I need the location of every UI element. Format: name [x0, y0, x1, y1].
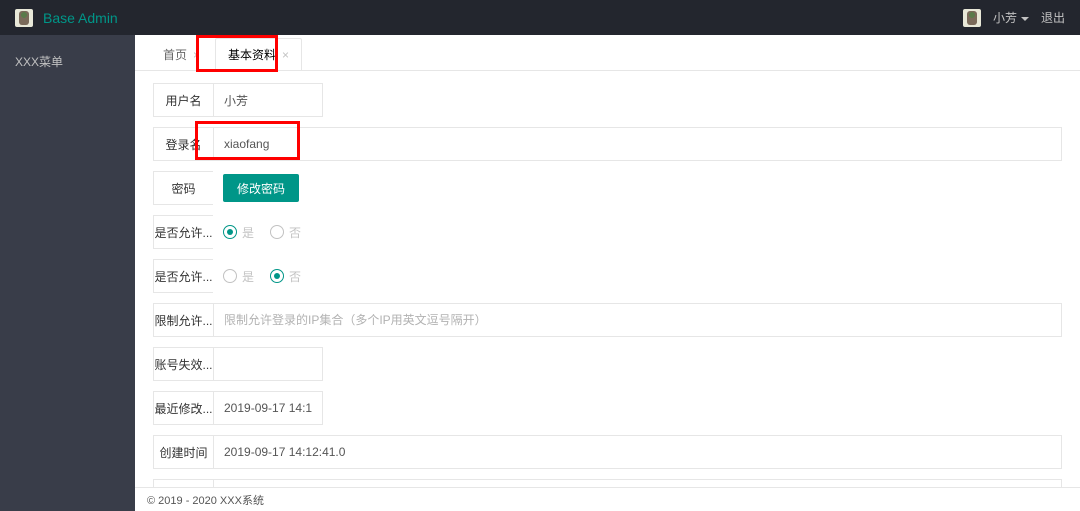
label-iplimit: 限制允许...	[153, 303, 213, 337]
row-allow2: 是否允许... 是 否	[153, 259, 1062, 293]
radio-allow2-yes[interactable]: 是	[223, 268, 254, 285]
sidebar: XXX菜单	[0, 35, 135, 511]
close-icon[interactable]: ×	[282, 39, 289, 71]
current-user: 小芳	[993, 11, 1017, 25]
tab-home[interactable]: 首页×	[150, 38, 213, 70]
close-icon[interactable]: ×	[193, 39, 200, 71]
radio-icon	[270, 269, 284, 283]
highlight-username	[196, 71, 278, 72]
tab-profile[interactable]: 基本资料×	[215, 38, 302, 70]
label-loginname: 登录名	[153, 127, 213, 161]
label-lastmod: 最近修改...	[153, 391, 213, 425]
row-password: 密码 修改密码	[153, 171, 1062, 205]
input-expire[interactable]	[213, 347, 323, 381]
row-username: 用户名 小芳	[153, 83, 1062, 117]
radio-allow1-no[interactable]: 否	[270, 224, 301, 241]
user-menu[interactable]: 小芳	[993, 9, 1029, 26]
label-password: 密码	[153, 171, 213, 205]
tab-profile-label: 基本资料	[228, 39, 276, 71]
row-iplimit: 限制允许...	[153, 303, 1062, 337]
header-right: 小芳 退出	[963, 9, 1065, 27]
input-loginname[interactable]	[213, 127, 1062, 161]
change-password-button[interactable]: 修改密码	[223, 174, 299, 202]
caret-down-icon	[1021, 17, 1029, 21]
footer-text: © 2019 - 2020 XXX系统	[147, 492, 264, 508]
row-updated: 更新时间	[153, 479, 1062, 487]
label-allow1: 是否允许...	[153, 215, 213, 249]
input-iplimit[interactable]	[213, 303, 1062, 337]
radio-allow2-no[interactable]: 否	[270, 268, 301, 285]
tab-bar: 首页× 基本资料×	[135, 35, 1080, 71]
radio-allow1-yes[interactable]: 是	[223, 224, 254, 241]
logout-link[interactable]: 退出	[1041, 9, 1065, 26]
top-header: Base Admin 小芳 退出	[0, 0, 1080, 35]
label-updated: 更新时间	[153, 479, 213, 487]
footer: © 2019 - 2020 XXX系统	[135, 487, 1080, 511]
header-left: Base Admin	[15, 9, 118, 27]
row-lastmod: 最近修改...	[153, 391, 1062, 425]
radio-icon	[223, 225, 237, 239]
logo-icon	[15, 9, 33, 27]
main-area: 首页× 基本资料× 用户名 小芳 登录名 密码 修改密码 是否允许... 是	[135, 35, 1080, 511]
row-expire: 账号失效...	[153, 347, 1062, 381]
label-expire: 账号失效...	[153, 347, 213, 381]
radio-icon	[223, 269, 237, 283]
sidebar-item-menu1[interactable]: XXX菜单	[0, 50, 135, 73]
input-lastmod[interactable]	[213, 391, 323, 425]
row-loginname: 登录名	[153, 127, 1062, 161]
input-created	[213, 435, 1062, 469]
label-allow2: 是否允许...	[153, 259, 213, 293]
input-updated	[213, 479, 1062, 487]
value-username: 小芳	[213, 83, 323, 117]
form-area: 用户名 小芳 登录名 密码 修改密码 是否允许... 是 否 是否允许...	[135, 71, 1080, 487]
label-username: 用户名	[153, 83, 213, 117]
row-created: 创建时间	[153, 435, 1062, 469]
label-created: 创建时间	[153, 435, 213, 469]
avatar-icon	[963, 9, 981, 27]
row-allow1: 是否允许... 是 否	[153, 215, 1062, 249]
tab-home-label: 首页	[163, 39, 187, 71]
radio-icon	[270, 225, 284, 239]
brand-name: Base Admin	[43, 10, 118, 26]
